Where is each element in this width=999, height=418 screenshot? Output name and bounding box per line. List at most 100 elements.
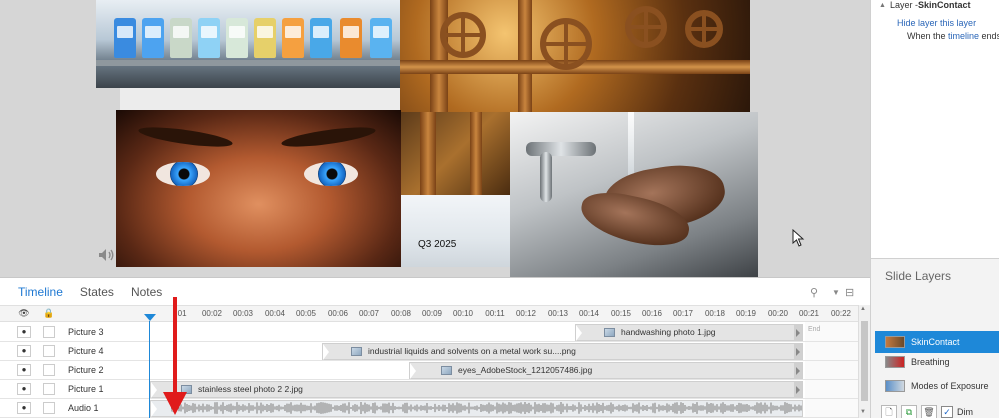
clip-end-handle[interactable] <box>794 382 802 397</box>
trigger-condition-prefix: When the <box>907 31 949 41</box>
track-name: Picture 1 <box>68 384 104 394</box>
ruler-tick-label: 00:20 <box>767 309 789 318</box>
clip-end-handle[interactable] <box>794 363 802 378</box>
ruler-tick-label: 00:12 <box>515 309 537 318</box>
track-lock-toggle[interactable] <box>43 345 55 357</box>
ruler-tick-label: 00:02 <box>201 309 223 318</box>
track-lock-toggle[interactable] <box>43 364 55 376</box>
ruler-tick-label: 00:03 <box>232 309 254 318</box>
tab-states[interactable]: States <box>80 285 114 299</box>
clip-end-handle[interactable] <box>794 344 802 359</box>
ruler-tick-label: 00:18 <box>704 309 726 318</box>
layer-thumbnail <box>885 380 905 392</box>
track-name: Audio 1 <box>68 403 99 413</box>
pipes-photo-extension <box>400 112 510 195</box>
layer-heading-prefix: Layer - <box>889 0 918 10</box>
annotation-arrow-icon <box>163 297 187 415</box>
timeline-tabs: Timeline States Notes <box>0 278 870 305</box>
layer-item-label: SkinContact <box>911 337 960 347</box>
eyes-photo[interactable] <box>116 110 401 267</box>
duplicate-layer-icon[interactable]: ⧉ <box>901 405 917 418</box>
delete-layer-icon[interactable]: 🗑 <box>921 405 937 418</box>
scrollbar-thumb[interactable] <box>861 321 868 401</box>
trigger-action-target[interactable]: this layer <box>940 18 976 28</box>
layer-item-label: Modes of Exposure <box>911 381 989 391</box>
tab-notes[interactable]: Notes <box>131 285 162 299</box>
dropdown-chevron-icon[interactable]: ▼ <box>832 288 840 297</box>
collapse-panel-icon[interactable]: ⊟ <box>845 286 854 299</box>
image-file-icon <box>351 346 362 356</box>
visibility-eye-icon[interactable]: 👁 <box>17 308 31 320</box>
image-file-icon <box>604 327 615 337</box>
layer-heading-name: SkinContact <box>917 0 971 10</box>
track-name: Picture 2 <box>68 365 104 375</box>
layer-item-breathing[interactable]: Breathing <box>875 351 999 373</box>
track-picture-4[interactable]: ● Picture 4 industrial liquids and solve… <box>0 342 858 361</box>
ruler-tick-label: 00:04 <box>264 309 286 318</box>
layer-item-skincontact[interactable]: SkinContact <box>875 331 999 353</box>
dim-label: Dim <box>957 407 973 417</box>
ruler-tick-label: 00:19 <box>735 309 757 318</box>
ruler-tick-label: 00:22 <box>830 309 852 318</box>
layer-thumbnail <box>885 336 905 348</box>
layers-toolbar: 🗋 ⧉ 🗑 ✓ Dim <box>881 405 973 418</box>
trigger-condition-link[interactable]: timeline <box>948 31 979 41</box>
dim-checkbox[interactable]: ✓ <box>941 406 953 418</box>
track-lock-toggle[interactable] <box>43 383 55 395</box>
slide-stage[interactable]: Q3 2025 <box>0 0 870 277</box>
timeline-settings-icon[interactable]: ⚲ <box>810 286 818 299</box>
layer-thumbnail <box>885 356 905 368</box>
track-lock-toggle[interactable] <box>43 326 55 338</box>
track-picture-2[interactable]: ● Picture 2 eyes_AdobeStock_1212057486.j… <box>0 361 858 380</box>
track-eye-icon[interactable]: ● <box>17 364 31 376</box>
new-layer-icon[interactable]: 🗋 <box>881 405 897 418</box>
ruler-tick-label: 00:13 <box>547 309 569 318</box>
track-eye-icon[interactable]: ● <box>17 345 31 357</box>
track-lock-toggle[interactable] <box>43 402 55 414</box>
clip-end-handle[interactable] <box>794 325 802 340</box>
scroll-down-icon[interactable]: ▼ <box>860 409 866 415</box>
track-eye-icon[interactable]: ● <box>17 402 31 414</box>
trigger-action-link[interactable]: Hide layer <box>897 18 938 28</box>
track-eye-icon[interactable]: ● <box>17 326 31 338</box>
trigger-action[interactable]: Hide layer this layer <box>897 18 976 28</box>
ruler-tick-label: 00:07 <box>358 309 380 318</box>
collapse-caret-icon[interactable]: ▲ <box>879 2 886 9</box>
slide-layers-title: Slide Layers <box>885 269 952 283</box>
ruler-tick-label: 00:14 <box>578 309 600 318</box>
scroll-up-icon[interactable]: ▲ <box>860 306 866 312</box>
handwashing-photo[interactable] <box>510 112 758 277</box>
playhead-line <box>149 321 150 418</box>
mouse-cursor-icon <box>792 229 805 247</box>
q3-image[interactable]: Q3 2025 <box>401 195 510 267</box>
ruler-tick-label: 00:16 <box>641 309 663 318</box>
timeline-scrollbar[interactable]: ▲ ▼ <box>858 305 870 418</box>
timeline-header: 👁 🔒 :01 00:02 00:03 00:04 00:05 00:06 00… <box>0 305 858 322</box>
ruler-tick-label: 00:15 <box>610 309 632 318</box>
timeline-ruler[interactable]: :01 00:02 00:03 00:04 00:05 00:06 00:07 … <box>150 306 858 323</box>
triggers-panel: ▲ Layer - SkinContact Hide layer this la… <box>870 0 999 258</box>
lock-icon[interactable]: 🔒 <box>42 308 56 320</box>
timeline-clip[interactable]: eyes_AdobeStock_1212057486.jpg <box>409 362 803 379</box>
ruler-tick-label: 00:17 <box>672 309 694 318</box>
timeline-clip[interactable]: stainless steel photo 2 2.jpg <box>150 381 803 398</box>
timeline-clip[interactable]: handwashing photo 1.jpg <box>575 324 803 341</box>
ruler-tick-label: 00:11 <box>485 309 505 318</box>
tab-timeline[interactable]: Timeline <box>18 285 63 299</box>
track-picture-3[interactable]: ● Picture 3 handwashing photo 1.jpg <box>0 323 858 342</box>
speaker-icon[interactable] <box>98 248 116 262</box>
track-picture-1[interactable]: ● Picture 1 stainless steel photo 2 2.jp… <box>0 380 858 399</box>
track-name: Picture 4 <box>68 346 104 356</box>
white-strip <box>120 88 400 110</box>
bottles-photo[interactable] <box>96 0 414 88</box>
playhead-handle[interactable] <box>144 314 156 321</box>
timeline-clip[interactable]: industrial liquids and solvents on a met… <box>322 343 803 360</box>
track-eye-icon[interactable]: ● <box>17 383 31 395</box>
clip-label: handwashing photo 1.jpg <box>621 327 716 337</box>
ruler-tick-label: 00:05 <box>295 309 317 318</box>
layer-trigger-heading[interactable]: ▲ Layer - SkinContact <box>879 0 970 10</box>
clip-label: industrial liquids and solvents on a met… <box>368 346 576 356</box>
ruler-tick-label: 00:21 <box>798 309 820 318</box>
pipes-photo[interactable] <box>400 0 750 112</box>
layer-item-modes-of-exposure[interactable]: Modes of Exposure <box>875 375 999 397</box>
